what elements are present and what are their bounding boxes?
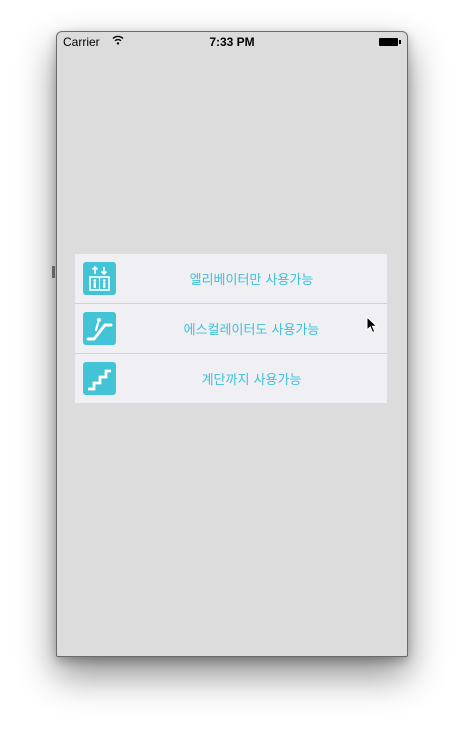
option-label: 계단까지 사용가능 [201, 373, 302, 388]
option-label: 엘리베이터만 사용가능 [189, 273, 314, 288]
phone-simulator: Carrier 7:33 PM 엘리베이터만 사용가능 에스컬레이터도 사용가능… [56, 31, 408, 657]
elevator-icon [83, 262, 116, 295]
stairs-icon [83, 362, 116, 395]
status-bar: Carrier 7:33 PM [57, 32, 407, 52]
screenshot-stage: Carrier 7:33 PM 엘리베이터만 사용가능 에스컬레이터도 사용가능… [0, 0, 462, 735]
battery-icon [379, 38, 401, 46]
escalator-icon [83, 312, 116, 345]
accessibility-option-list: 엘리베이터만 사용가능 에스컬레이터도 사용가능 계단까지 사용가능 [75, 254, 387, 403]
device-side-button [52, 266, 55, 278]
mouse-pointer-icon [366, 316, 378, 334]
option-stairs-too[interactable]: 계단까지 사용가능 [75, 354, 387, 403]
option-elevator-only[interactable]: 엘리베이터만 사용가능 [75, 254, 387, 304]
option-escalator-too[interactable]: 에스컬레이터도 사용가능 [75, 304, 387, 354]
option-label: 에스컬레이터도 사용가능 [183, 323, 320, 338]
status-time: 7:33 PM [209, 35, 255, 49]
